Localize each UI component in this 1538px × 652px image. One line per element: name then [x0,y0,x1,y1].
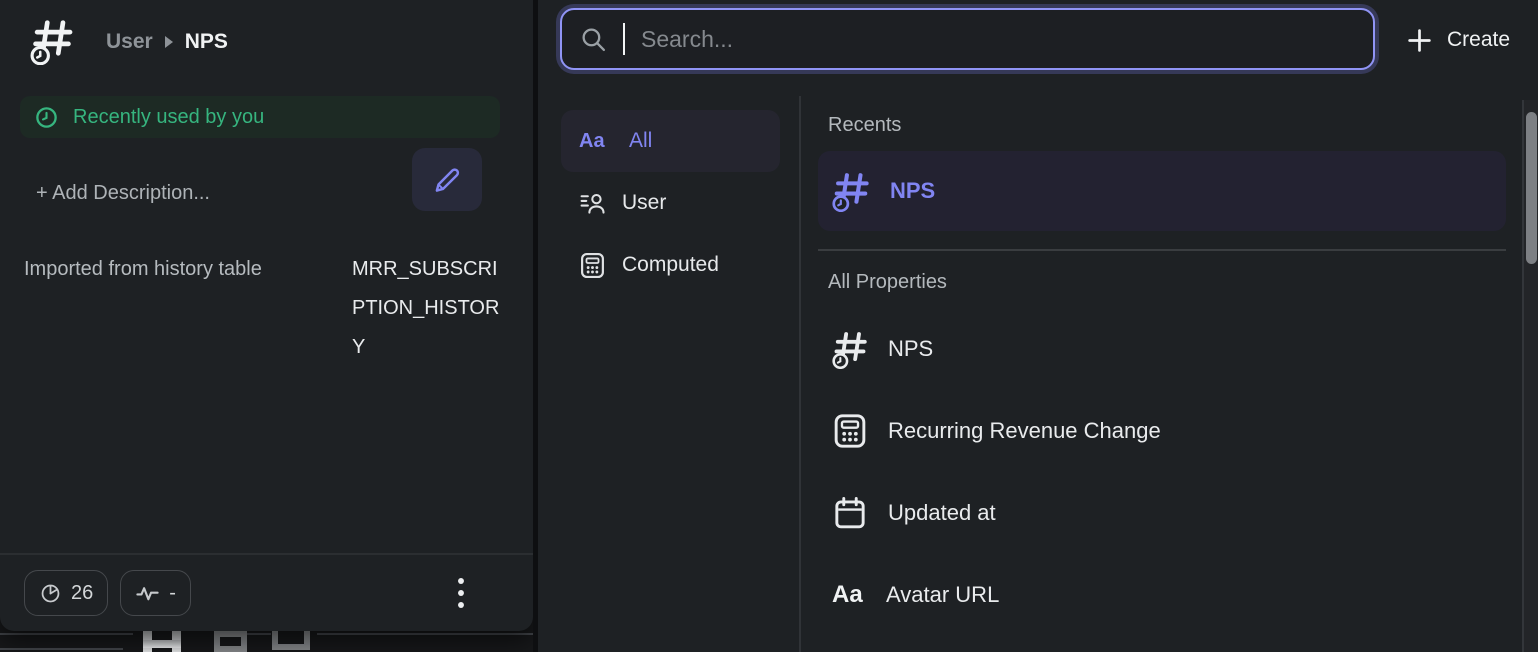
property-footer: 26 - [0,553,533,631]
plus-icon [1406,27,1433,54]
breadcrumb-current: NPS [185,30,228,54]
calendar-icon [832,495,868,531]
property-item-label: Avatar URL [886,582,999,608]
hash-clock-icon [832,330,868,369]
panel-divider [533,0,538,652]
all-properties-header: All Properties [818,253,1506,308]
recent-item-label: NPS [890,178,935,204]
property-item-avatar-url[interactable]: Aa Avatar URL [818,554,1506,636]
import-info-row: Imported from history table MRR_SUBSCRIP… [24,250,510,367]
property-item-recurring-revenue-change[interactable]: Recurring Revenue Change [818,390,1506,472]
background-table-line [0,648,123,650]
import-info-label: Imported from history table [24,250,352,367]
property-header: User NPS [30,18,228,65]
text-format-icon: Aa [579,130,613,153]
property-item-label: NPS [888,336,933,362]
clock-icon [34,105,59,130]
background-table-line [246,633,271,635]
results-divider [818,249,1506,251]
user-list-icon [579,190,606,217]
hash-clock-icon [832,171,870,212]
background-letter-glyph [272,628,310,650]
search-icon [580,26,607,53]
recently-used-label: Recently used by you [73,106,264,129]
screen: User NPS Recently used by you + Add Desc… [0,0,1538,652]
filter-tab-all[interactable]: Aa All [561,110,780,172]
filter-tabs: Aa All User Computed [561,110,780,296]
search-field[interactable] [560,8,1375,70]
pencil-icon [431,164,463,196]
filter-tab-label: Computed [622,253,719,277]
hash-clock-icon [30,18,74,65]
more-options-button[interactable] [449,573,473,613]
usage-count-button[interactable]: 26 [24,570,108,616]
trend-value: - [169,582,176,605]
activity-pulse-icon [135,581,160,606]
scrollbar-track[interactable] [1522,100,1538,652]
breadcrumb-parent[interactable]: User [106,30,153,54]
add-description-button[interactable]: + Add Description... [36,182,210,205]
calculator-icon [832,413,868,449]
recently-used-badge: Recently used by you [20,96,500,138]
filter-tab-label: User [622,191,666,215]
property-item-updated-at[interactable]: Updated at [818,472,1506,554]
filters-divider [799,96,801,652]
property-item-label: Updated at [888,500,996,526]
scrollbar-thumb[interactable] [1526,112,1537,264]
import-info-value: MRR_SUBSCRIPTION_HISTORY [352,250,510,367]
search-dropdown-panel: Create Aa All User Computed Recents NPS [538,0,1538,652]
usage-count: 26 [71,582,93,605]
filter-tab-label: All [629,129,652,153]
pie-chart-icon [39,582,62,605]
text-caret [623,23,625,55]
background-table-line [317,633,533,635]
property-item-nps[interactable]: NPS [818,308,1506,390]
calculator-icon [579,252,606,279]
property-detail-panel: User NPS Recently used by you + Add Desc… [0,0,533,631]
background-table-line [0,633,133,635]
breadcrumb: User NPS [106,30,228,54]
text-format-icon: Aa [832,581,866,609]
create-button[interactable]: Create [1406,16,1510,64]
background-letter-glyph [214,631,247,652]
results-list: Recents NPS All Properties NPS Recurring… [818,96,1506,636]
recent-item-nps[interactable]: NPS [818,151,1506,231]
kebab-menu-icon [449,574,473,612]
recents-header: Recents [818,96,1506,151]
create-button-label: Create [1447,28,1510,52]
trend-button[interactable]: - [120,570,191,616]
search-input[interactable] [641,26,1355,53]
filter-tab-user[interactable]: User [561,172,780,234]
property-item-label: Recurring Revenue Change [888,418,1161,444]
breadcrumb-arrow-icon [165,36,173,48]
filter-tab-computed[interactable]: Computed [561,234,780,296]
edit-button[interactable] [412,148,482,211]
